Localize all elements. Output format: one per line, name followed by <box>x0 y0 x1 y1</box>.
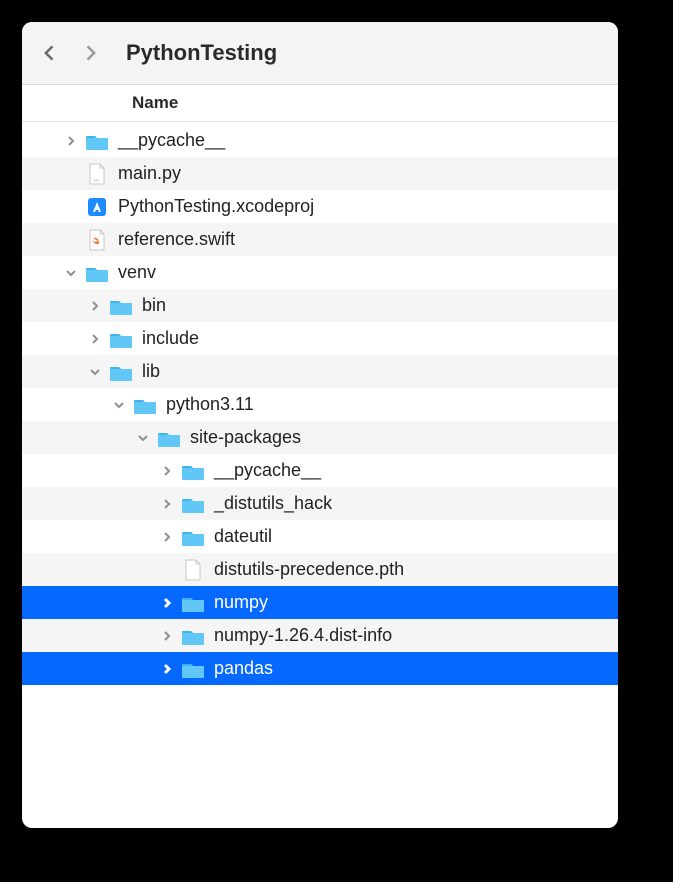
tree-row[interactable]: dateutil <box>22 520 618 553</box>
tree-row[interactable]: bin <box>22 289 618 322</box>
folder-icon <box>132 392 158 418</box>
column-header-name[interactable]: Name <box>22 85 618 122</box>
tree-row-label: __pycache__ <box>214 460 321 481</box>
tree-row-label: dateutil <box>214 526 272 547</box>
python-file-icon <box>84 161 110 187</box>
tree-row[interactable]: numpy-1.26.4.dist-info <box>22 619 618 652</box>
xcode-project-icon <box>84 194 110 220</box>
tree-row-label: lib <box>142 361 160 382</box>
back-button[interactable] <box>38 41 62 65</box>
file-browser-window: PythonTesting Name __pycache__ main.py Pyt… <box>22 22 618 828</box>
tree-row[interactable]: venv <box>22 256 618 289</box>
tree-row[interactable]: __pycache__ <box>22 454 618 487</box>
tree-row-label: venv <box>118 262 156 283</box>
folder-icon <box>84 128 110 154</box>
tree-row[interactable]: __pycache__ <box>22 124 618 157</box>
disclosure-triangle-icon[interactable] <box>88 299 102 313</box>
toolbar: PythonTesting <box>22 22 618 85</box>
window-title: PythonTesting <box>126 40 277 66</box>
tree-row-label: python3.11 <box>166 394 254 415</box>
folder-icon <box>180 491 206 517</box>
tree-row-label: bin <box>142 295 166 316</box>
disclosure-triangle-icon[interactable] <box>64 134 78 148</box>
tree-row[interactable]: distutils-precedence.pth <box>22 553 618 586</box>
disclosure-spacer <box>64 233 78 247</box>
generic-file-icon <box>180 557 206 583</box>
tree-row-label: distutils-precedence.pth <box>214 559 404 580</box>
tree-row-label: numpy <box>214 592 268 613</box>
tree-row-label: main.py <box>118 163 181 184</box>
swift-file-icon <box>84 227 110 253</box>
file-tree: __pycache__ main.py PythonTesting.xcodepro… <box>22 122 618 685</box>
folder-icon <box>108 326 134 352</box>
forward-button[interactable] <box>78 41 102 65</box>
disclosure-triangle-icon[interactable] <box>160 497 174 511</box>
tree-row[interactable]: numpy <box>22 586 618 619</box>
disclosure-triangle-icon[interactable] <box>64 266 78 280</box>
disclosure-spacer <box>64 167 78 181</box>
disclosure-triangle-icon[interactable] <box>112 398 126 412</box>
folder-icon <box>180 590 206 616</box>
tree-row-label: PythonTesting.xcodeproj <box>118 196 314 217</box>
disclosure-triangle-icon[interactable] <box>88 332 102 346</box>
disclosure-spacer <box>64 200 78 214</box>
tree-row-label: __pycache__ <box>118 130 225 151</box>
disclosure-triangle-icon[interactable] <box>160 596 174 610</box>
folder-icon <box>180 524 206 550</box>
tree-row[interactable]: python3.11 <box>22 388 618 421</box>
tree-row[interactable]: lib <box>22 355 618 388</box>
tree-row-label: _distutils_hack <box>214 493 332 514</box>
disclosure-triangle-icon[interactable] <box>88 365 102 379</box>
tree-row[interactable]: _distutils_hack <box>22 487 618 520</box>
tree-row[interactable]: main.py <box>22 157 618 190</box>
folder-icon <box>180 656 206 682</box>
tree-row-label: pandas <box>214 658 273 679</box>
tree-row-label: include <box>142 328 199 349</box>
tree-row[interactable]: PythonTesting.xcodeproj <box>22 190 618 223</box>
tree-row[interactable]: site-packages <box>22 421 618 454</box>
folder-icon <box>108 359 134 385</box>
folder-icon <box>84 260 110 286</box>
tree-row-label: reference.swift <box>118 229 235 250</box>
tree-row-label: site-packages <box>190 427 301 448</box>
disclosure-triangle-icon[interactable] <box>160 530 174 544</box>
tree-row[interactable]: reference.swift <box>22 223 618 256</box>
disclosure-triangle-icon[interactable] <box>136 431 150 445</box>
tree-row[interactable]: pandas <box>22 652 618 685</box>
tree-row[interactable]: include <box>22 322 618 355</box>
disclosure-spacer <box>160 563 174 577</box>
tree-row-label: numpy-1.26.4.dist-info <box>214 625 392 646</box>
disclosure-triangle-icon[interactable] <box>160 662 174 676</box>
folder-icon <box>180 458 206 484</box>
disclosure-triangle-icon[interactable] <box>160 629 174 643</box>
folder-icon <box>180 623 206 649</box>
folder-icon <box>108 293 134 319</box>
disclosure-triangle-icon[interactable] <box>160 464 174 478</box>
folder-icon <box>156 425 182 451</box>
